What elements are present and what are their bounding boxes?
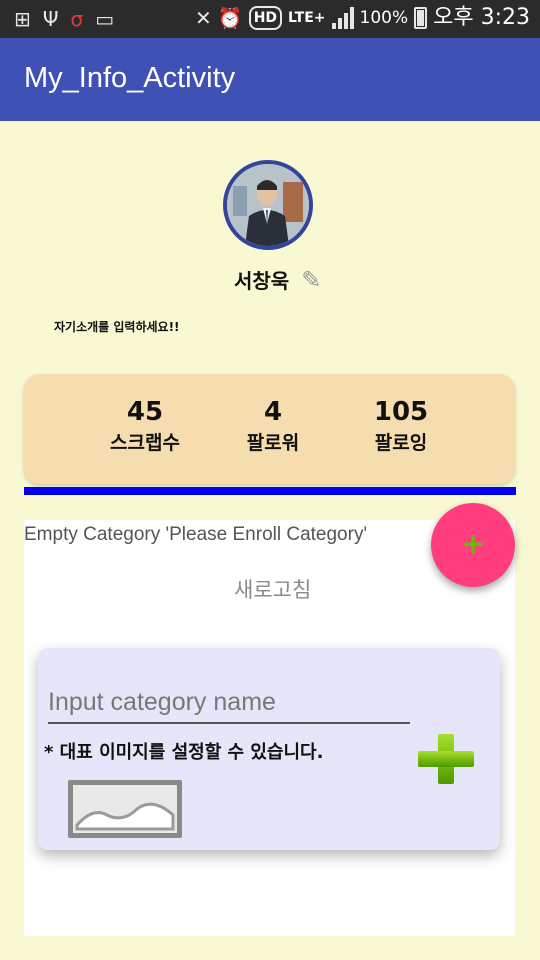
alarm-icon: ⏰ [217, 6, 243, 30]
profile-photo [227, 164, 309, 246]
stat-following[interactable]: 105 팔로잉 [341, 396, 461, 458]
stats-card: 45 스크랩수 4 팔로워 105 팔로잉 [24, 374, 515, 484]
edit-pencil-icon[interactable]: ✎ [301, 266, 321, 294]
battery-icon [414, 7, 428, 29]
image-placeholder-icon[interactable] [68, 780, 182, 838]
add-fab-button[interactable]: + [431, 503, 515, 587]
stat-value: 105 [373, 397, 429, 427]
plus-icon: + [460, 527, 486, 562]
usb-icon: Ψ [42, 7, 59, 31]
landscape-icon [75, 802, 175, 831]
category-name-input[interactable] [48, 682, 410, 724]
mute-icon: ✕ [195, 6, 212, 30]
cast-icon: ▭ [95, 7, 115, 31]
bio-text[interactable]: 자기소개를 입력하세요!! [54, 318, 180, 335]
category-panel: Empty Category 'Please Enroll Category' … [24, 520, 515, 936]
stat-followers[interactable]: 4 팔로워 [213, 396, 333, 458]
add-category-plus-icon[interactable] [416, 732, 476, 786]
username: 서창욱 [234, 269, 290, 293]
stat-value: 45 [126, 397, 164, 427]
clock: 오후 3:23 [433, 5, 530, 30]
hd-indicator: HD [248, 6, 283, 30]
stat-label: 스크랩수 [110, 432, 180, 454]
status-left-icons: ⊞ Ψ σ ▭ [14, 6, 114, 32]
avatar[interactable] [223, 160, 313, 250]
stat-value: 4 [263, 397, 283, 427]
app-title: My_Info_Activity [24, 62, 236, 94]
battery-percent: 100% [359, 8, 409, 28]
status-bar: ⊞ Ψ σ ▭ ✕ ⏰ HD LTE+ 100% 오후 3:23 [0, 0, 540, 38]
network-type: LTE+ [288, 10, 326, 26]
app-icon: σ [70, 7, 84, 31]
stat-label: 팔로워 [246, 432, 300, 454]
refresh-button[interactable]: 새로고침 [234, 574, 311, 604]
stat-label: 팔로잉 [374, 432, 428, 454]
app-bar: My_Info_Activity [0, 38, 540, 121]
add-icon: ⊞ [14, 7, 31, 31]
category-input-card: * 대표 이미지를 설정할 수 있습니다. [38, 648, 500, 850]
divider-bar [24, 487, 516, 495]
signal-icon [331, 7, 354, 29]
image-note: * 대표 이미지를 설정할 수 있습니다. [44, 742, 324, 763]
status-right-icons: ✕ ⏰ HD LTE+ 100% 오후 3:23 [195, 3, 530, 33]
stat-scraps[interactable]: 45 스크랩수 [85, 396, 205, 458]
username-row: 서창욱 ✎ [234, 265, 321, 294]
empty-category-message: Empty Category 'Please Enroll Category' [24, 524, 368, 545]
